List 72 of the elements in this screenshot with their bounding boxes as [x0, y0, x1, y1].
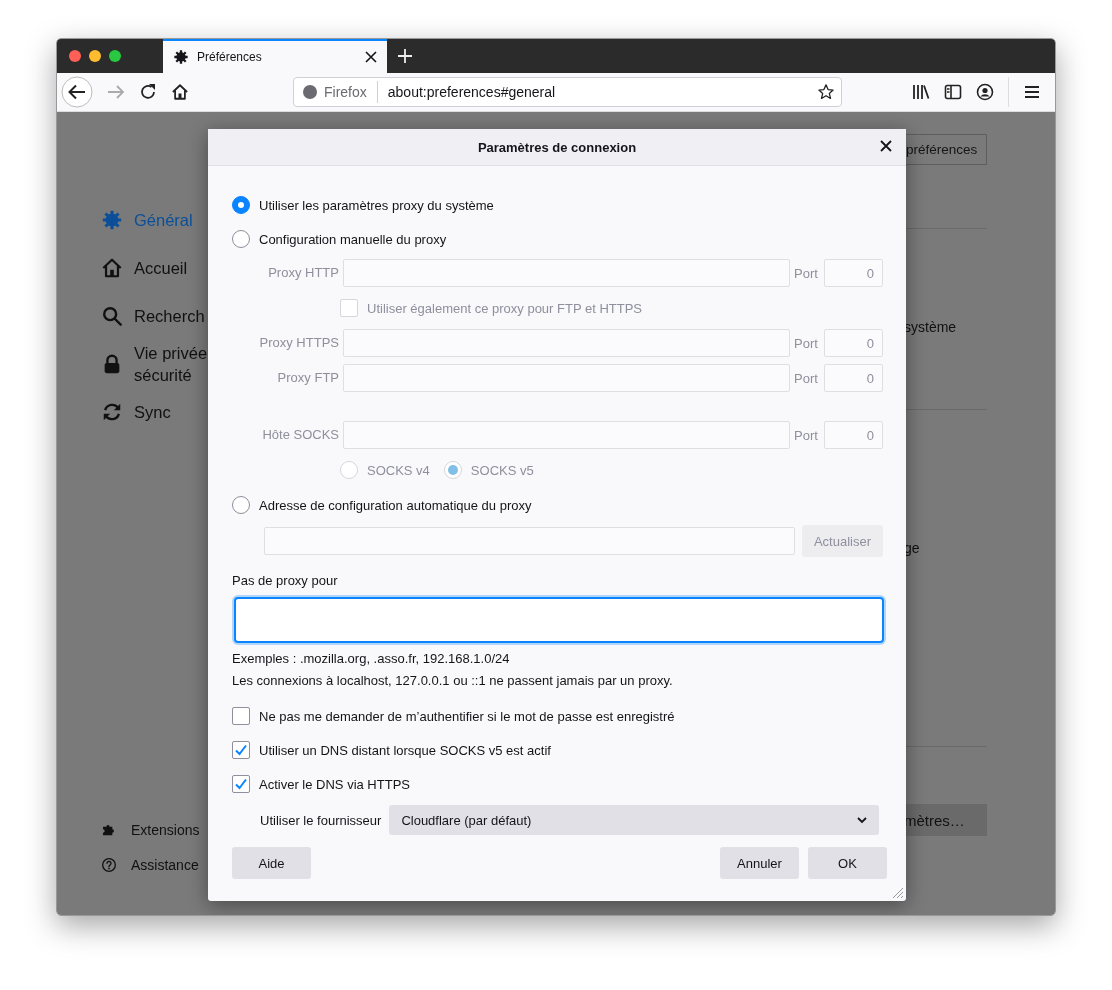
no-proxy-field[interactable] [234, 597, 884, 643]
radio-label: Adresse de configuration automatique du proxy [259, 497, 532, 513]
puzzle-piece-icon [101, 822, 117, 838]
menu-icon[interactable] [1023, 83, 1041, 101]
plus-icon[interactable] [397, 48, 413, 64]
radio-label: Configuration manuelle du proxy [259, 231, 447, 247]
checkmark-icon [234, 743, 248, 757]
star-icon[interactable] [817, 83, 835, 101]
field-label: Proxy FTP [276, 369, 339, 387]
radio-label: Utiliser les paramètres proxy du système [259, 197, 494, 213]
house-icon[interactable] [171, 83, 189, 101]
checkbox-label: Ne pas me demander de m’authentifier si le mot de passe est enregistré [259, 708, 675, 724]
checkbox[interactable] [232, 707, 250, 725]
window-minimize-button[interactable] [89, 50, 101, 62]
checkmark-icon [234, 777, 248, 791]
hint-text: Exemples : .mozilla.org, .asso.fr, 192.168.1.0/24 [232, 651, 511, 667]
sidebar-item[interactable]: Vie privée sécurité [101, 340, 208, 388]
chevron-icon [857, 816, 867, 824]
help-icon [101, 857, 117, 873]
radio-label: SOCKS v5 [470, 462, 534, 478]
sidebar-item[interactable]: Sync [101, 388, 208, 436]
close-icon [880, 140, 892, 152]
hint-text: Les connexions à localhost, 127.0.0.1 ou ::1 ne passent jamais par un proxy. [232, 673, 674, 689]
radio-button[interactable] [232, 230, 250, 248]
window-zoom-button[interactable] [109, 50, 121, 62]
browser-tab[interactable]: Préférences [163, 39, 387, 73]
window-close-button[interactable] [69, 50, 81, 62]
url-text: about:preferences#general [387, 84, 557, 100]
field-label: Proxy HTTPS [258, 334, 339, 352]
field-label: Pas de proxy pour [232, 573, 339, 589]
sidebar-icon[interactable] [944, 83, 962, 101]
close-button[interactable] [880, 140, 892, 152]
resize-grip-icon[interactable] [892, 887, 904, 899]
field-label: Port [794, 427, 819, 443]
library-icon[interactable] [912, 83, 930, 101]
radio-label: SOCKS v4 [367, 462, 430, 478]
dialog-title: Paramètres de connexion [477, 139, 637, 155]
checkbox-label: Activer le DNS via HTTPS [259, 776, 410, 792]
house-icon [101, 257, 123, 279]
address-bar[interactable]: Firefox about:preferences#general [293, 77, 842, 107]
identity-label: Firefox [324, 84, 367, 100]
account-icon[interactable] [976, 83, 994, 101]
provider-dropdown[interactable]: Cloudflare (par défaut) [389, 805, 879, 835]
ok-button[interactable]: OK [808, 847, 887, 879]
sidebar-item[interactable]: Accueil [101, 244, 208, 292]
help-button[interactable]: Aide [232, 847, 311, 879]
field-label: Port [794, 265, 819, 281]
field-label: Proxy HTTP [267, 264, 339, 282]
sidebar-item[interactable]: Recherch [101, 292, 208, 340]
sync-icon [101, 401, 123, 423]
checkbox[interactable] [232, 775, 250, 793]
search-icon [101, 305, 123, 327]
gear-icon [173, 49, 189, 65]
setting-text: système [904, 319, 958, 335]
reload-icon[interactable] [139, 83, 157, 101]
checkbox[interactable] [232, 741, 250, 759]
radio-button[interactable] [232, 196, 250, 214]
sidebar-link[interactable]: Extensions [101, 822, 208, 838]
field-label: Port [794, 370, 819, 386]
tab-title: Préférences [197, 50, 263, 64]
cancel-button[interactable]: Annuler [720, 847, 799, 879]
back-button[interactable] [61, 76, 93, 108]
gear-icon [101, 209, 123, 231]
field-label: Hôte SOCKS [261, 426, 339, 444]
checkbox-label: Utiliser également ce proxy pour FTP et HTTPS [367, 300, 643, 316]
field-label: Utiliser le fournisseur [260, 812, 382, 828]
radio-button[interactable] [232, 496, 250, 514]
sidebar-link[interactable]: Assistance [101, 857, 208, 873]
checkbox-label: Utiliser un DNS distant lorsque SOCKS v5 est actif [259, 742, 551, 758]
field-label: Port [794, 335, 819, 351]
forward-arrow-icon[interactable] [107, 83, 125, 101]
close-icon[interactable] [365, 51, 377, 63]
